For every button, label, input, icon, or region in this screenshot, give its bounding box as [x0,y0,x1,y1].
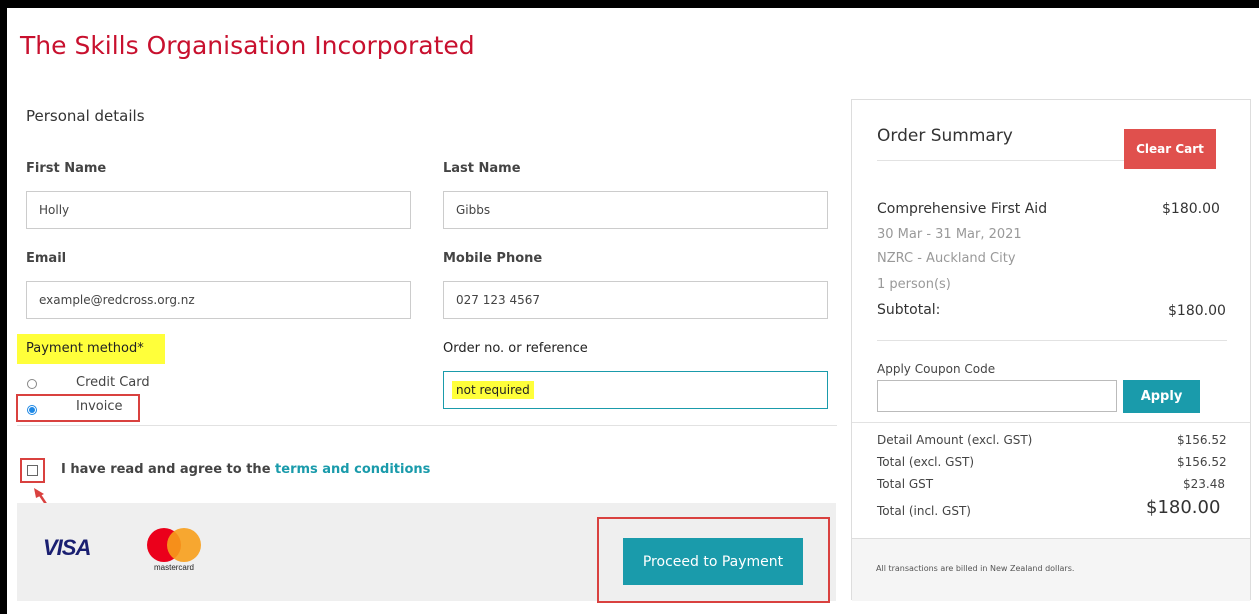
order-summary-panel: Order Summary Clear Cart Comprehensive F… [851,99,1251,601]
last-name-input[interactable] [443,191,828,229]
course-location: NZRC - Auckland City [877,251,1016,266]
first-name-input[interactable] [26,191,411,229]
summary-footer: All transactions are billed in New Zeala… [852,538,1250,601]
total-incl-gst-label: Total (incl. GST) [877,504,971,518]
mastercard-wordmark: mastercard [153,563,194,572]
last-name-label: Last Name [443,161,521,176]
mobile-phone-label: Mobile Phone [443,251,543,266]
currency-note: All transactions are billed in New Zeala… [876,564,1075,573]
detail-amount-value: $156.52 [1177,433,1227,447]
course-price: $180.00 [1162,201,1220,217]
mobile-phone-input[interactable] [443,281,828,319]
credit-card-radio[interactable] [27,379,37,389]
course-persons: 1 person(s) [877,277,951,292]
page-title: The Skills Organisation Incorporated [20,31,475,60]
summary-divider-bottom [852,422,1250,423]
order-summary-heading: Order Summary [877,126,1013,146]
clear-cart-button[interactable]: Clear Cart [1124,129,1216,169]
first-name-label: First Name [26,161,107,176]
total-excl-gst-label: Total (excl. GST) [877,455,975,469]
reference-label: Order no. or reference [443,341,588,356]
course-name: Comprehensive First Aid [877,201,1048,217]
email-input[interactable] [26,281,411,319]
terms-prefix: I have read and agree to the [61,462,276,477]
divider [17,425,837,426]
terms-link[interactable]: terms and conditions [275,462,430,477]
summary-divider-mid [877,340,1227,341]
email-label: Email [26,251,67,266]
detail-amount-label: Detail Amount (excl. GST) [877,433,1033,447]
total-gst-value: $23.48 [1183,477,1225,491]
invoice-annotation-box [16,394,140,422]
terms-text: I have read and agree to the terms and c… [61,462,430,477]
reference-input[interactable]: not required [443,371,828,409]
coupon-input[interactable] [877,380,1117,412]
credit-card-option-label: Credit Card [76,375,150,390]
total-gst-label: Total GST [877,477,934,491]
subtotal-label: Subtotal: [877,302,941,318]
subtotal-value: $180.00 [1168,303,1226,319]
payment-method-label: Payment method* [26,341,144,356]
coupon-label: Apply Coupon Code [877,362,996,376]
total-incl-gst-value: $180.00 [1146,497,1221,518]
personal-details-heading: Personal details [26,107,145,125]
terms-checkbox-annotation-box [20,458,45,483]
mastercard-logo: mastercard [143,528,205,572]
total-excl-gst-value: $156.52 [1177,455,1227,469]
course-dates: 30 Mar - 31 Mar, 2021 [877,227,1022,242]
apply-coupon-button[interactable]: Apply [1123,380,1200,413]
reference-input-value: not required [452,381,534,399]
proceed-to-payment-button[interactable]: Proceed to Payment [623,538,803,585]
visa-logo: VISA [43,535,91,560]
